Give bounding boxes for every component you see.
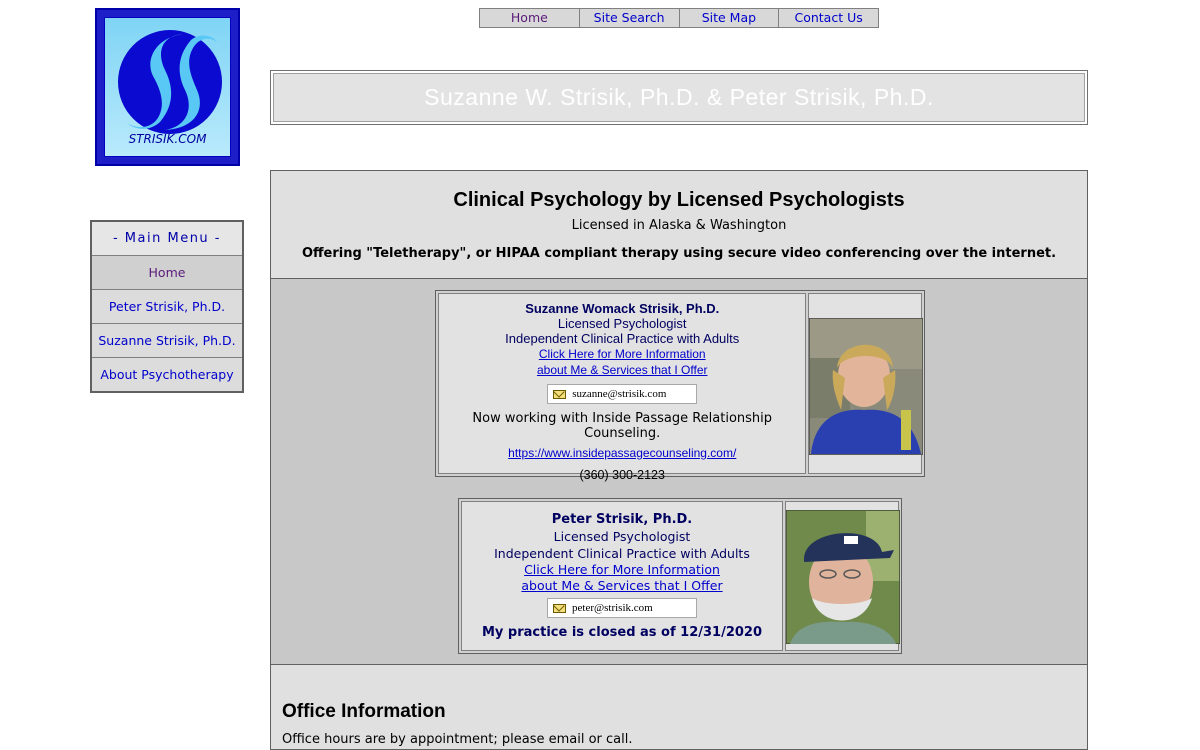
peter-info: Peter Strisik, Ph.D. Licensed Psychologi…	[461, 501, 783, 651]
suzanne-phone: (360) 300-2123	[579, 468, 665, 482]
suzanne-email-address: suzanne@strisik.com	[572, 387, 667, 400]
peter-practice: Independent Clinical Practice with Adult…	[494, 546, 750, 561]
suzanne-photo-cell	[808, 293, 924, 474]
suzanne-services-link[interactable]: about Me & Services that I Offer	[537, 363, 708, 377]
suzanne-photo	[809, 318, 924, 455]
nav-home[interactable]: Home	[480, 9, 580, 27]
logo-text: STRISIK.COM	[128, 132, 207, 146]
suzanne-title: Licensed Psychologist	[557, 316, 687, 331]
peter-email-address: peter@strisik.com	[572, 601, 653, 614]
nav-site-map[interactable]: Site Map	[680, 9, 780, 27]
suzanne-info: Suzanne Womack Strisik, Ph.D. Licensed P…	[438, 293, 807, 482]
peter-photo	[786, 510, 900, 644]
logo-background: STRISIK.COM	[104, 17, 231, 157]
main-menu-heading: - Main Menu -	[92, 222, 242, 256]
peter-name: Peter Strisik, Ph.D.	[551, 512, 693, 527]
suzanne-email[interactable]: suzanne@strisik.com	[547, 384, 698, 404]
menu-item-suzanne[interactable]: Suzanne Strisik, Ph.D.	[92, 324, 242, 358]
menu-item-peter[interactable]: Peter Strisik, Ph.D.	[92, 290, 242, 324]
nav-site-search[interactable]: Site Search	[580, 9, 680, 27]
suzanne-practice: Independent Clinical Practice with Adult…	[505, 331, 740, 346]
envelope-icon	[553, 603, 566, 613]
peter-email[interactable]: peter@strisik.com	[547, 598, 697, 618]
suzanne-working-note: Now working with Inside Passage Relation…	[472, 411, 773, 441]
peter-photo-cell	[785, 501, 900, 651]
inside-passage-link[interactable]: https://www.insidepassagecounseling.com/	[508, 446, 736, 460]
intro-section: Clinical Psychology by Licensed Psycholo…	[271, 171, 1087, 279]
intro-heading: Clinical Psychology by Licensed Psycholo…	[453, 189, 905, 211]
peter-info-link[interactable]: Click Here for More Information	[524, 562, 720, 577]
peter-services-link[interactable]: about Me & Services that I Offer	[521, 578, 722, 593]
envelope-icon	[553, 389, 567, 399]
suzanne-card: Suzanne Womack Strisik, Ph.D. Licensed P…	[435, 290, 925, 482]
main-content: Clinical Psychology by Licensed Psycholo…	[270, 170, 1088, 750]
suzanne-name: Suzanne Womack Strisik, Ph.D.	[525, 301, 720, 316]
licensed-states: Licensed in Alaska & Washington	[571, 218, 787, 233]
suzanne-info-link[interactable]: Click Here for More Information	[539, 347, 706, 361]
peter-card: Peter Strisik, Ph.D. Licensed Psychologi…	[458, 498, 902, 654]
title-banner: Suzanne W. Strisik, Ph.D. & Peter Strisi…	[270, 70, 1088, 125]
menu-item-home[interactable]: Home	[92, 256, 242, 290]
site-logo[interactable]: STRISIK.COM	[95, 8, 240, 166]
nav-contact-us[interactable]: Contact Us	[779, 9, 878, 27]
menu-item-about-psychotherapy[interactable]: About Psychotherapy	[92, 358, 242, 391]
peter-title: Licensed Psychologist	[553, 529, 691, 544]
office-section: Office Information Office hours are by a…	[271, 664, 1087, 749]
teletherapy-notice: Offering "Teletherapy", or HIPAA complia…	[301, 246, 1057, 261]
office-heading: Office Information	[282, 701, 446, 722]
page-title: Suzanne W. Strisik, Ph.D. & Peter Strisi…	[273, 73, 1085, 122]
peter-closed-notice: My practice is closed as of 12/31/2020	[481, 625, 763, 640]
top-nav: Home Site Search Site Map Contact Us	[479, 8, 879, 28]
main-menu: - Main Menu - Home Peter Strisik, Ph.D. …	[90, 220, 244, 393]
